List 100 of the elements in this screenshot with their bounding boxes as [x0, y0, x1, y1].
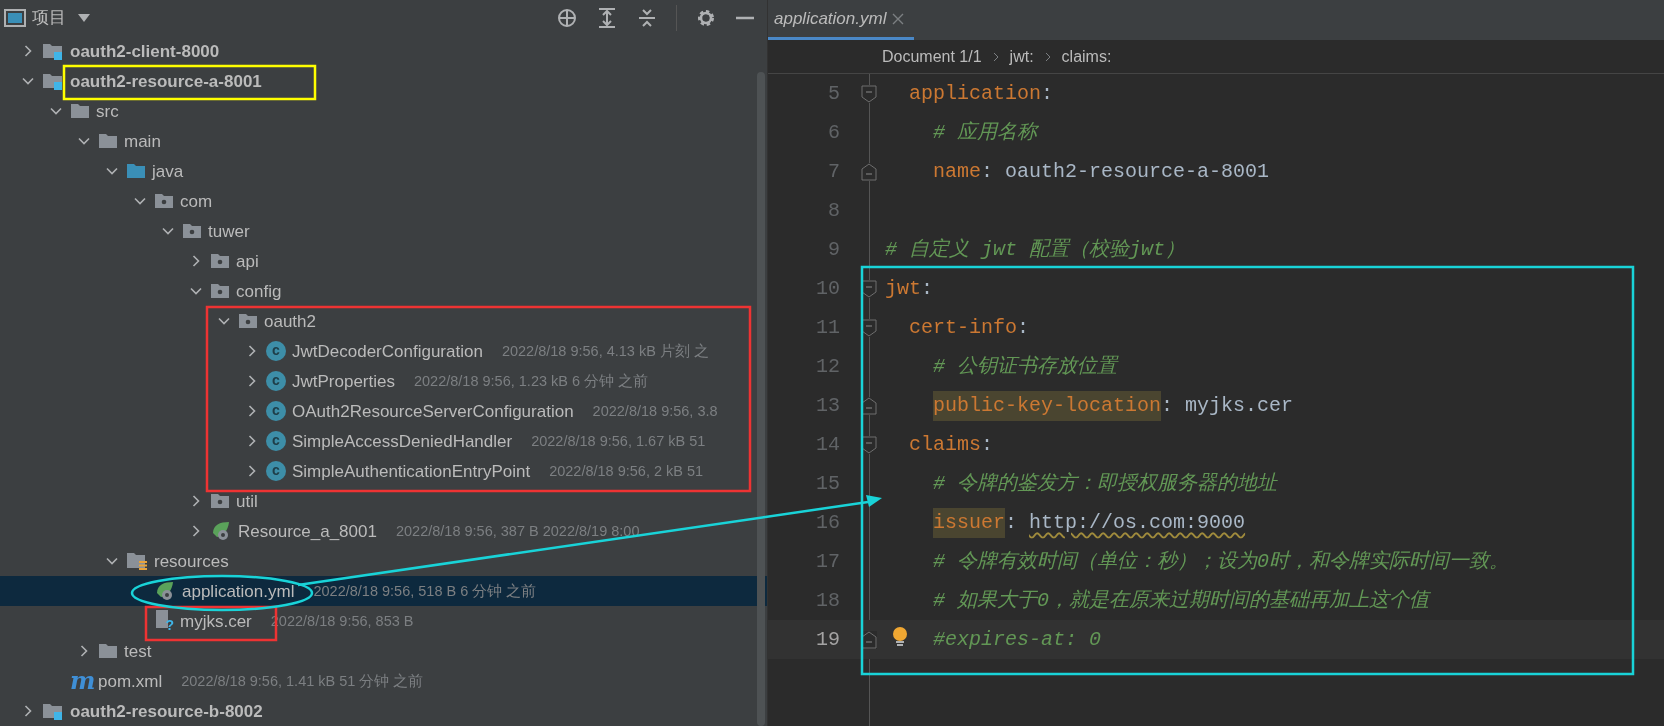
folder-icon [98, 642, 118, 660]
item-details: 2022/8/18 9:56, 3.8 [592, 403, 718, 419]
yaml-key: claims [909, 429, 982, 460]
tree-item[interactable]: src [0, 96, 767, 126]
code-comment: #expires-at: 0 [933, 626, 1102, 653]
item-name: oauth2-resource-a-8001 [70, 72, 262, 90]
line-number: 17 [815, 548, 840, 575]
item-name: SimpleAccessDeniedHandler [292, 432, 513, 450]
module-folder-icon [42, 71, 64, 91]
tree-item[interactable]: c JwtDecoderConfiguration 2022/8/18 9:56, 4.13 kB 片刻 之 [0, 336, 767, 366]
code-text: : [1041, 80, 1054, 107]
class-icon: c [266, 371, 286, 391]
chevron-right-icon [1043, 50, 1052, 63]
resources-folder-icon [126, 551, 148, 571]
yaml-key: public-key-location [933, 390, 1162, 421]
line-number: 13 [815, 392, 840, 419]
item-name: com [180, 192, 213, 210]
class-icon: c [266, 401, 286, 421]
breadcrumb[interactable]: claims: [1061, 44, 1112, 69]
tree-item[interactable]: tuwer [0, 216, 767, 246]
tree-item[interactable]: oauth2-client-8000 [0, 36, 767, 66]
item-name: util [236, 492, 258, 510]
yaml-key: name [933, 156, 982, 187]
line-number: 7 [827, 158, 840, 185]
locate-icon[interactable] [556, 7, 578, 29]
tree-item[interactable]: oauth2-resource-a-8001 [0, 66, 767, 96]
class-icon: c [266, 461, 286, 481]
item-name: api [236, 252, 259, 270]
item-name: config [236, 282, 282, 300]
tree-item[interactable]: main [0, 126, 767, 156]
item-name: application.yml [182, 582, 295, 600]
scrollbar-thumb[interactable] [757, 72, 765, 726]
tree-item[interactable]: resources [0, 546, 767, 576]
package-folder-icon [210, 252, 230, 270]
item-name: java [152, 162, 184, 180]
package-folder-icon [238, 312, 258, 330]
line-number: 8 [827, 197, 840, 224]
collapse-all-icon[interactable] [636, 7, 658, 29]
tree-item[interactable]: m pom.xml 2022/8/18 9:56, 1.41 kB 51 分钟 之前 [0, 666, 767, 696]
line-number: 16 [815, 509, 840, 536]
item-name: main [124, 132, 161, 150]
expand-all-icon[interactable] [596, 7, 618, 29]
code-comment: # 令牌的鉴发方：即授权服务器的地址 [933, 470, 1278, 497]
tree-item[interactable]: c OAuth2ResourceServerConfiguration 2022/8/18 9:56, 3.8 [0, 396, 767, 426]
settings-icon[interactable] [695, 7, 717, 29]
panel-window-icon [4, 8, 26, 28]
tree-item[interactable]: oauth2 [0, 306, 767, 336]
fold-marker-icon[interactable] [861, 162, 877, 181]
line-number: 5 [827, 80, 840, 107]
package-folder-icon [210, 282, 230, 300]
tree-item[interactable]: Resource_a_8001 2022/8/18 9:56, 387 B 2022/8/19 8:00 [0, 516, 767, 546]
tree-item[interactable]: api [0, 246, 767, 276]
module-folder-icon [42, 701, 64, 721]
line-number: 12 [815, 353, 840, 380]
tree-item[interactable]: config [0, 276, 767, 306]
close-icon[interactable] [892, 12, 905, 25]
tree-item[interactable]: test [0, 636, 767, 666]
tree-item[interactable]: oauth2-resource-b-8002 [0, 696, 767, 726]
item-name: oauth2-client-8000 [70, 42, 220, 60]
dropdown-caret-icon[interactable] [76, 12, 92, 24]
line-number: 10 [815, 275, 840, 302]
item-name: JwtDecoderConfiguration [292, 342, 483, 360]
lightbulb-icon[interactable] [892, 626, 908, 648]
tree-item[interactable]: c SimpleAccessDeniedHandler 2022/8/18 9:56, 1.67 kB 51 [0, 426, 767, 456]
class-icon: c [266, 431, 286, 451]
tree-item[interactable]: c SimpleAuthenticationEntryPoint 2022/8/18 9:56, 2 kB 51 [0, 456, 767, 486]
item-name: tuwer [208, 222, 250, 240]
fold-marker-icon[interactable] [861, 84, 877, 103]
item-details: 2022/8/18 9:56, 1.41 kB 51 分钟 之前 [181, 673, 424, 689]
code-comment: # 应用名称 [933, 119, 1038, 146]
item-details: 2022/8/18 9:56, 387 B 2022/8/19 8:00 [395, 523, 640, 539]
breadcrumb[interactable]: jwt: [1009, 44, 1034, 69]
tree-item[interactable]: com [0, 186, 767, 216]
code-text: : [921, 275, 934, 302]
yaml-key: application [909, 78, 1042, 109]
line-number: 19 [815, 626, 840, 653]
line-number: 18 [815, 587, 840, 614]
code-text: : myjks.cer [1161, 392, 1294, 419]
package-folder-icon [154, 192, 174, 210]
item-name: SimpleAuthenticationEntryPoint [292, 462, 531, 480]
tree-item[interactable]: application.yml 2022/8/18 9:56, 518 B 6 分钟 之前 [0, 576, 767, 606]
code-text: : [981, 431, 994, 458]
tree-item[interactable]: java [0, 156, 767, 186]
folder-icon [126, 162, 146, 180]
tree-item[interactable]: c JwtProperties 2022/8/18 9:56, 1.23 kB 6 分钟 之前 [0, 366, 767, 396]
item-details: 2022/8/18 9:56, 4.13 kB 片刻 之 [501, 343, 709, 359]
item-name: test [124, 642, 152, 660]
code-comment: # 公钥证书存放位置 [933, 353, 1118, 380]
tree-item[interactable]: util [0, 486, 767, 516]
panel-title[interactable]: 项目 [32, 5, 66, 31]
item-details: 2022/8/18 9:56, 518 B 6 分钟 之前 [313, 583, 537, 599]
package-folder-icon [210, 492, 230, 510]
code-text: : [1005, 509, 1019, 536]
class-icon: c [266, 341, 286, 361]
line-number: 14 [815, 431, 840, 458]
item-name: oauth2 [264, 312, 316, 330]
item-name: Resource_a_8001 [238, 522, 377, 540]
maven-icon: m [70, 669, 92, 693]
breadcrumb[interactable]: Document 1/1 [882, 44, 982, 69]
code-comment: # 如果大于0，就是在原来过期时间的基础再加上这个值 [933, 587, 1430, 614]
